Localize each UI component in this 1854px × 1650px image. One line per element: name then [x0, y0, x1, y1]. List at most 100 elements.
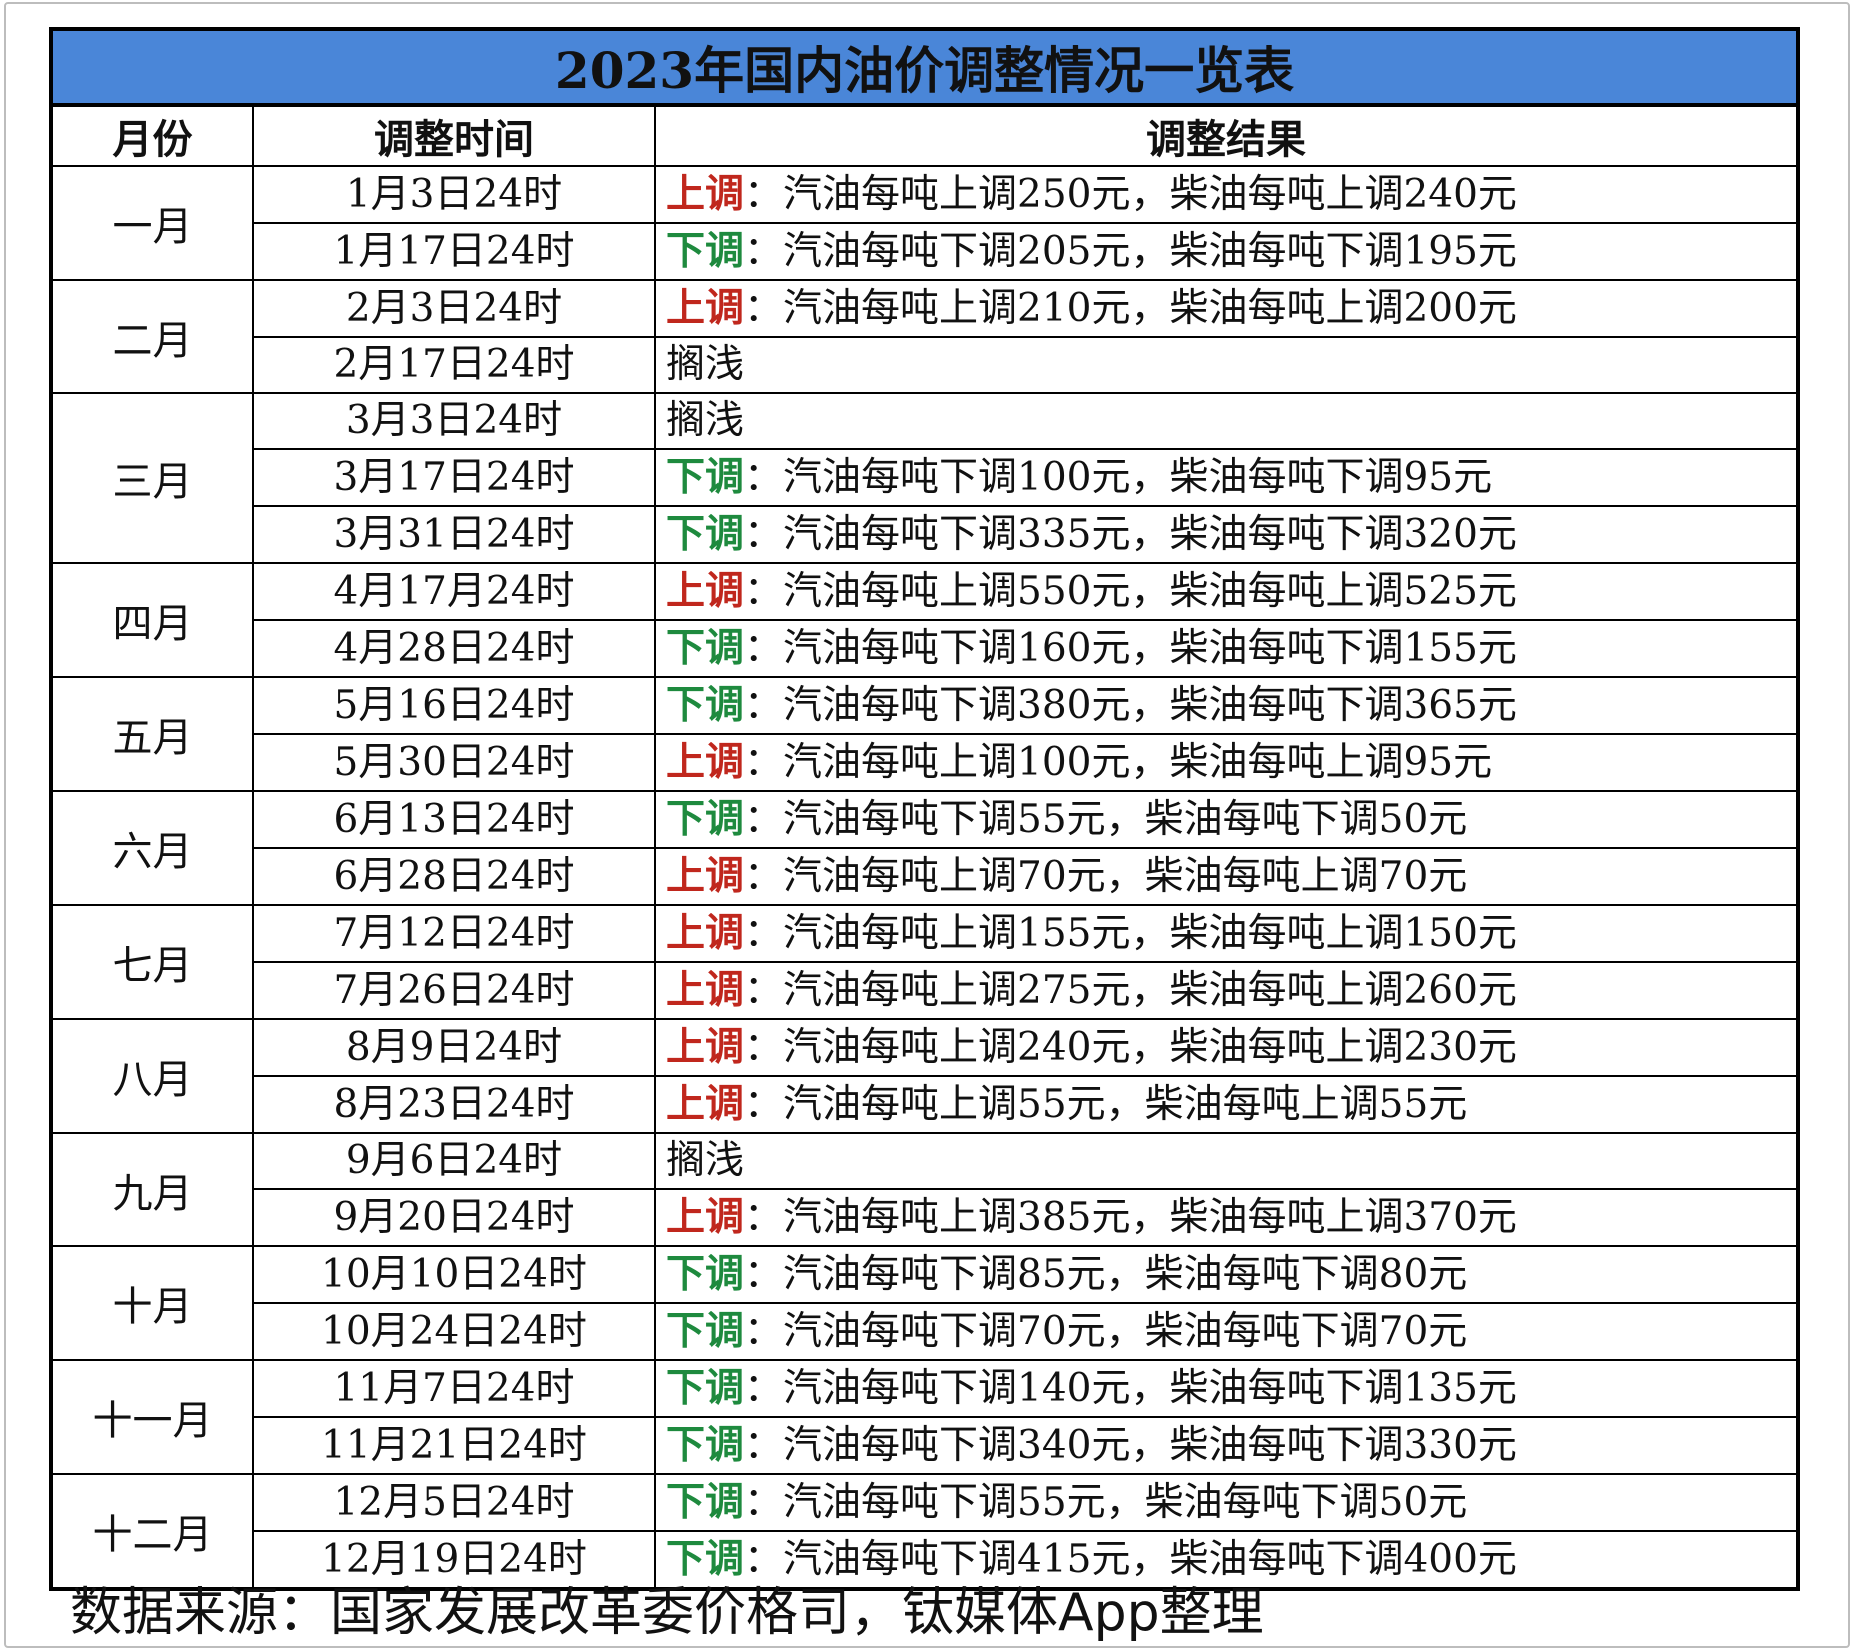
table-row: 三月 3月3日24时 搁浅 — [50, 392, 1800, 564]
adjust-time-cell: 1月17日24时 — [252, 222, 656, 281]
adjust-detail: ：汽油每吨上调240元，柴油每吨上调230元 — [744, 1025, 1517, 1070]
direction-down-label: 下调 — [666, 625, 745, 671]
direction-up-label: 上调 — [666, 853, 745, 899]
direction-up-label: 上调 — [666, 285, 745, 331]
table-row: 五月 5月16日24时 下调：汽油每吨下调380元，柴油每吨下调365元 — [50, 676, 1800, 792]
adjust-detail: ：汽油每吨下调55元，柴油每吨下调50元 — [744, 1480, 1468, 1525]
adjust-time-cell: 7月26日24时 — [252, 961, 656, 1020]
adjust-detail: ：汽油每吨下调140元，柴油每吨下调135元 — [744, 1366, 1517, 1411]
adjust-result-cell: 下调：汽油每吨下调335元，柴油每吨下调320元 — [653, 505, 1800, 564]
adjust-detail: ：汽油每吨上调550元，柴油每吨上调525元 — [744, 569, 1517, 614]
adjust-result-cell: 上调：汽油每吨上调275元，柴油每吨上调260元 — [653, 961, 1800, 1020]
adjust-result-cell: 下调：汽油每吨下调55元，柴油每吨下调50元 — [653, 790, 1800, 849]
table-row: 一月 1月3日24时 上调：汽油每吨上调250元，柴油每吨上调240元 — [50, 165, 1800, 281]
table-row: 七月 7月12日24时 上调：汽油每吨上调155元，柴油每吨上调150元 — [50, 904, 1800, 1020]
adjust-time-cell: 8月9日24时 — [252, 1018, 656, 1077]
adjust-detail: ：汽油每吨上调55元，柴油每吨上调55元 — [744, 1082, 1468, 1127]
direction-up-label: 上调 — [666, 967, 745, 1013]
direction-up-label: 上调 — [666, 739, 745, 785]
direction-down-label: 下调 — [666, 1422, 745, 1468]
adjust-result-cell: 下调：汽油每吨下调340元，柴油每吨下调330元 — [653, 1416, 1800, 1475]
adjust-result-cell: 下调：汽油每吨下调100元，柴油每吨下调95元 — [653, 448, 1800, 507]
adjust-time-cell: 10月24日24时 — [252, 1302, 656, 1361]
adjust-detail: ：汽油每吨下调85元，柴油每吨下调80元 — [744, 1252, 1468, 1297]
title-row: 2023年国内油价调整情况一览表 — [48, 27, 1801, 107]
adjust-result-cell: 上调：汽油每吨上调55元，柴油每吨上调55元 — [653, 1075, 1800, 1134]
month-cell: 四月 — [50, 562, 254, 678]
table-row: 4月28日24时 下调：汽油每吨下调160元，柴油每吨下调155元 — [51, 619, 1800, 678]
hold-label: 搁浅 — [666, 1138, 745, 1183]
source-note: 数据来源：国家发展改革委价格司，钛媒体App整理 — [70, 1583, 1264, 1643]
month-cell: 十月 — [50, 1245, 254, 1361]
table-row: 十月 10月10日24时 下调：汽油每吨下调85元，柴油每吨下调80元 — [50, 1245, 1800, 1361]
adjust-detail: ：汽油每吨下调70元，柴油每吨下调70元 — [744, 1309, 1468, 1354]
adjust-result-cell: 下调：汽油每吨下调55元，柴油每吨下调50元 — [653, 1473, 1800, 1532]
adjust-detail: ：汽油每吨下调55元，柴油每吨下调50元 — [744, 797, 1468, 842]
table-row: 六月 6月13日24时 下调：汽油每吨下调55元，柴油每吨下调50元 — [50, 790, 1800, 906]
table-title: 2023年国内油价调整情况一览表 — [48, 27, 1801, 107]
direction-up-label: 上调 — [666, 1024, 745, 1070]
table-row: 1月17日24时 下调：汽油每吨下调205元，柴油每吨下调195元 — [51, 222, 1800, 281]
direction-down-label: 下调 — [666, 511, 745, 557]
month-cell: 十一月 — [50, 1359, 254, 1475]
adjust-time-cell: 9月20日24时 — [252, 1188, 656, 1247]
adjust-time-cell: 6月28日24时 — [252, 847, 656, 906]
adjust-detail: ：汽油每吨下调160元，柴油每吨下调155元 — [744, 626, 1517, 671]
adjust-time-cell: 6月13日24时 — [252, 790, 656, 849]
table-row: 7月26日24时 上调：汽油每吨上调275元，柴油每吨上调260元 — [51, 961, 1800, 1020]
adjust-time-cell: 10月10日24时 — [252, 1245, 656, 1304]
table-row: 四月 4月17月24时 上调：汽油每吨上调550元，柴油每吨上调525元 — [50, 562, 1800, 678]
month-cell: 九月 — [50, 1132, 254, 1247]
adjust-detail: ：汽油每吨下调340元，柴油每吨下调330元 — [744, 1423, 1517, 1468]
adjust-detail: ：汽油每吨下调335元，柴油每吨下调320元 — [744, 512, 1517, 557]
adjust-time-cell: 3月17日24时 — [252, 448, 656, 507]
adjust-result-cell: 下调：汽油每吨下调140元，柴油每吨下调135元 — [653, 1359, 1800, 1418]
adjust-detail: ：汽油每吨上调385元，柴油每吨上调370元 — [744, 1195, 1517, 1240]
adjust-result-cell: 下调：汽油每吨下调380元，柴油每吨下调365元 — [653, 676, 1800, 735]
direction-down-label: 下调 — [666, 796, 745, 842]
adjust-detail: ：汽油每吨下调100元，柴油每吨下调95元 — [744, 455, 1493, 500]
adjust-result-cell: 下调：汽油每吨下调205元，柴油每吨下调195元 — [653, 222, 1800, 281]
adjust-detail: ：汽油每吨上调100元，柴油每吨上调95元 — [744, 740, 1493, 785]
header-time: 调整时间 — [252, 104, 656, 167]
direction-up-label: 上调 — [666, 910, 745, 956]
adjust-time-cell: 3月31日24时 — [252, 505, 656, 564]
adjust-time-cell: 1月3日24时 — [252, 165, 656, 224]
adjust-result-cell: 搁浅 — [653, 336, 1800, 394]
table-row: 9月20日24时 上调：汽油每吨上调385元，柴油每吨上调370元 — [51, 1188, 1800, 1247]
table-row: 八月 8月9日24时 上调：汽油每吨上调240元，柴油每吨上调230元 — [50, 1018, 1800, 1134]
direction-down-label: 下调 — [666, 228, 745, 274]
adjust-result-cell: 上调：汽油每吨上调550元，柴油每吨上调525元 — [653, 562, 1800, 621]
header-row: 月份 调整时间 调整结果 — [50, 104, 1800, 167]
adjust-result-cell: 下调：汽油每吨下调160元，柴油每吨下调155元 — [653, 619, 1800, 678]
adjust-time-cell: 5月30日24时 — [252, 733, 656, 792]
adjust-result-cell: 下调：汽油每吨下调85元，柴油每吨下调80元 — [653, 1245, 1800, 1304]
table-body: 一月 1月3日24时 上调：汽油每吨上调250元，柴油每吨上调240元 1月17日24… — [50, 165, 1800, 1590]
adjust-time-cell: 12月5日24时 — [252, 1473, 656, 1532]
table-row: 十二月 12月5日24时 下调：汽油每吨下调55元，柴油每吨下调50元 — [50, 1473, 1800, 1590]
month-cell: 三月 — [50, 392, 254, 564]
adjust-detail: ：汽油每吨上调210元，柴油每吨上调200元 — [744, 286, 1517, 331]
adjust-result-cell: 上调：汽油每吨上调210元，柴油每吨上调200元 — [653, 279, 1800, 338]
direction-up-label: 上调 — [666, 1194, 745, 1240]
direction-up-label: 上调 — [666, 1081, 745, 1127]
month-cell: 八月 — [50, 1018, 254, 1134]
table-row: 九月 9月6日24时 搁浅 — [50, 1132, 1800, 1247]
month-cell: 六月 — [50, 790, 254, 906]
adjust-detail: ：汽油每吨上调275元，柴油每吨上调260元 — [744, 968, 1517, 1013]
adjust-time-cell: 4月17月24时 — [252, 562, 656, 621]
direction-up-label: 上调 — [666, 171, 745, 217]
hold-label: 搁浅 — [666, 398, 745, 443]
table-row: 11月21日24时 下调：汽油每吨下调340元，柴油每吨下调330元 — [51, 1416, 1800, 1475]
adjust-result-cell: 上调：汽油每吨上调70元，柴油每吨上调70元 — [653, 847, 1800, 906]
adjust-result-cell: 上调：汽油每吨上调155元，柴油每吨上调150元 — [653, 904, 1800, 963]
adjust-time-cell: 2月3日24时 — [252, 279, 656, 338]
hold-label: 搁浅 — [666, 342, 745, 387]
adjust-detail: ：汽油每吨上调250元，柴油每吨上调240元 — [744, 172, 1517, 217]
adjust-result-cell: 上调：汽油每吨上调250元，柴油每吨上调240元 — [653, 165, 1800, 224]
adjust-result-cell: 上调：汽油每吨上调240元，柴油每吨上调230元 — [653, 1018, 1800, 1077]
table-row: 10月24日24时 下调：汽油每吨下调70元，柴油每吨下调70元 — [51, 1302, 1800, 1361]
adjust-detail: ：汽油每吨下调380元，柴油每吨下调365元 — [744, 683, 1517, 728]
month-cell: 五月 — [50, 676, 254, 792]
adjust-detail: ：汽油每吨上调70元，柴油每吨上调70元 — [744, 854, 1468, 899]
